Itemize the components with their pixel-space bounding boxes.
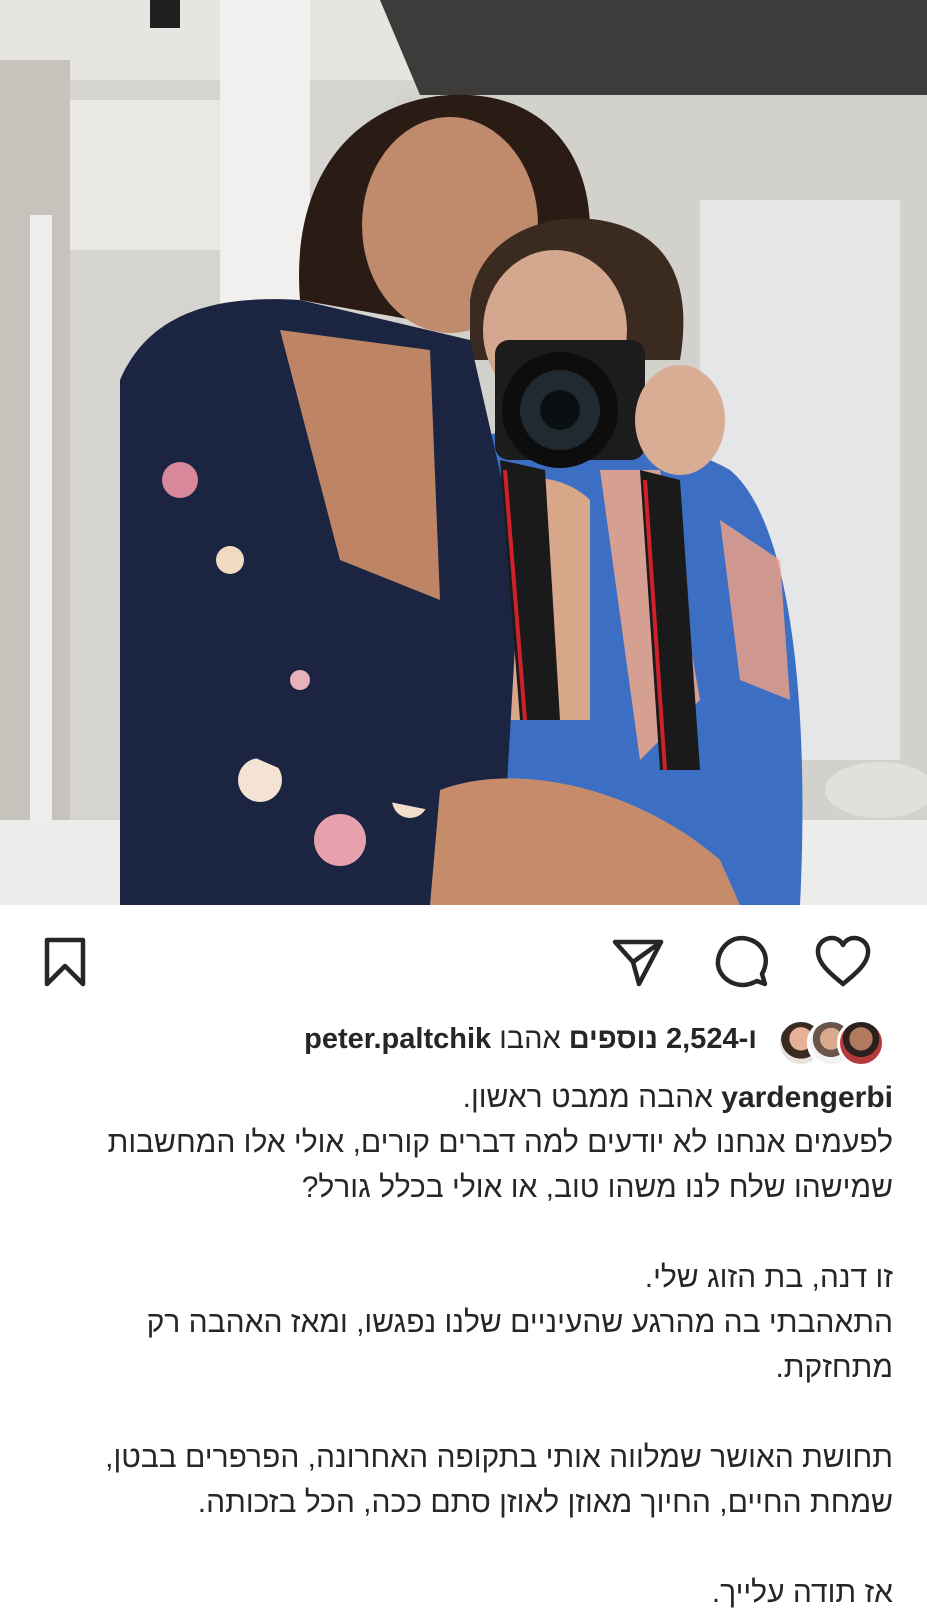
post-photo-illustration: [0, 0, 927, 905]
caption-line: אז תודה עלייך.: [711, 1576, 893, 1609]
send-icon: [612, 939, 664, 987]
liker-avatars[interactable]: [777, 1019, 887, 1067]
likes-count: 2,524: [666, 1023, 739, 1055]
share-button[interactable]: [609, 933, 667, 991]
liked-by-username[interactable]: peter.paltchik: [304, 1023, 491, 1055]
caption-line: תחושת האושר שמלווה אותי בתקופה האחרונה, …: [105, 1441, 893, 1474]
post-action-bar: [0, 905, 927, 1005]
comment-button[interactable]: [712, 933, 770, 991]
avatar: [837, 1019, 885, 1067]
save-button[interactable]: [36, 933, 94, 991]
caption-line: מתחזקת.: [775, 1351, 893, 1384]
post-image[interactable]: [0, 0, 927, 905]
caption-line: שמישהו שלח לנו משהו טוב, או אולי בכלל גו…: [301, 1171, 893, 1204]
comment-icon: [715, 935, 768, 988]
caption-line: שמחת החיים, החיוך מאוזן לאוזן סתם ככה, ה…: [197, 1486, 893, 1519]
post-caption: yardengerbi אהבה ממבט ראשון. לפעמים אנחנ…: [0, 1075, 927, 1615]
heart-icon: [815, 935, 871, 987]
likes-prefix: ו-: [738, 1023, 757, 1055]
caption-text: אהבה ממבט ראשון.: [462, 1081, 713, 1114]
bookmark-icon: [44, 937, 86, 987]
like-button[interactable]: [814, 933, 872, 991]
likes-others: נוספים: [568, 1023, 658, 1055]
caption-username[interactable]: yardengerbi: [721, 1081, 893, 1114]
caption-line: לפעמים אנחנו לא יודעים למה דברים קורים, …: [107, 1126, 893, 1159]
caption-line: זו דנה, בת הזוג שלי.: [644, 1261, 893, 1294]
likes-row: ו-2,524 נוספים אהבו peter.paltchik: [0, 1005, 927, 1075]
likes-summary[interactable]: ו-2,524 נוספים אהבו peter.paltchik: [34, 1019, 757, 1059]
caption-first-line: yardengerbi אהבה ממבט ראשון.: [40, 1075, 893, 1120]
caption-line: התאהבתי בה מהרגע שהעיניים שלנו נפגשו, ומ…: [146, 1306, 893, 1339]
liked-by-label: אהבו: [499, 1023, 561, 1055]
